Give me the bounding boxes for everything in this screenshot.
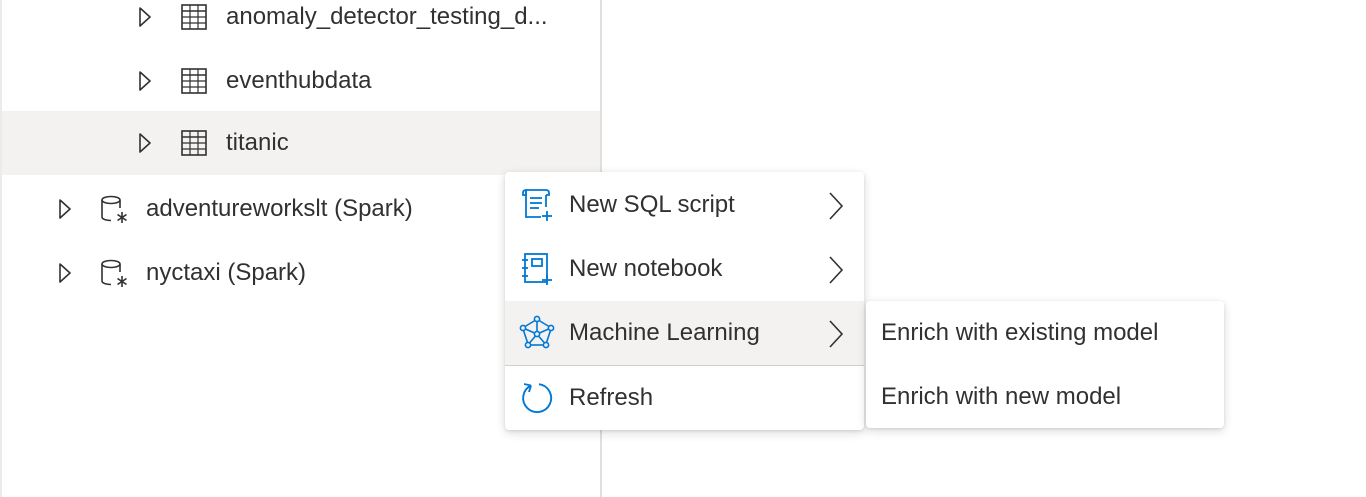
menu-item-label: New SQL script [569,191,735,218]
expand-chevron-icon[interactable] [137,7,153,27]
submenu-item-enrich-new-model[interactable]: Enrich with new model [866,365,1224,429]
notebook-icon [522,253,552,285]
submenu-item-label: Enrich with existing model [881,319,1159,346]
menu-item-machine-learning[interactable]: Machine Learning [505,301,864,365]
tree-item-label: adventureworkslt (Spark) [146,195,413,222]
tree-item-label: anomaly_detector_testing_d... [226,3,548,30]
tree-item-label: eventhubdata [226,67,372,94]
menu-item-label: Refresh [569,384,654,411]
machine-learning-icon [519,315,555,349]
table-icon [181,4,207,30]
expand-chevron-icon[interactable] [57,199,73,219]
chevron-right-icon [829,192,844,220]
refresh-icon [522,383,553,414]
spark-database-icon [101,259,127,287]
machine-learning-submenu: Enrich with existing model Enrich with n… [866,301,1224,428]
context-menu: New SQL script New notebook Machine Lear… [505,172,864,430]
table-icon [181,68,207,94]
spark-database-icon [101,195,127,223]
tree-item-label: nyctaxi (Spark) [146,259,307,286]
menu-item-refresh[interactable]: Refresh [505,366,864,430]
tree-item-eventhubdata[interactable]: eventhubdata [2,49,600,113]
menu-item-label: New notebook [569,255,723,282]
sql-script-icon [522,189,552,221]
chevron-right-icon [829,256,844,284]
menu-item-new-notebook[interactable]: New notebook [505,237,864,301]
tree-item-anomaly-detector[interactable]: anomaly_detector_testing_d... [2,0,600,49]
expand-chevron-icon[interactable] [137,133,153,153]
table-icon [181,130,207,156]
chevron-right-icon [829,320,844,348]
menu-item-label: Machine Learning [569,319,760,346]
tree-item-titanic[interactable]: titanic [2,111,600,175]
submenu-item-enrich-existing-model[interactable]: Enrich with existing model [866,301,1224,365]
expand-chevron-icon[interactable] [137,71,153,91]
tree-item-label: titanic [226,129,289,156]
expand-chevron-icon[interactable] [57,263,73,283]
submenu-item-label: Enrich with new model [881,383,1122,410]
menu-item-new-sql-script[interactable]: New SQL script [505,173,864,237]
